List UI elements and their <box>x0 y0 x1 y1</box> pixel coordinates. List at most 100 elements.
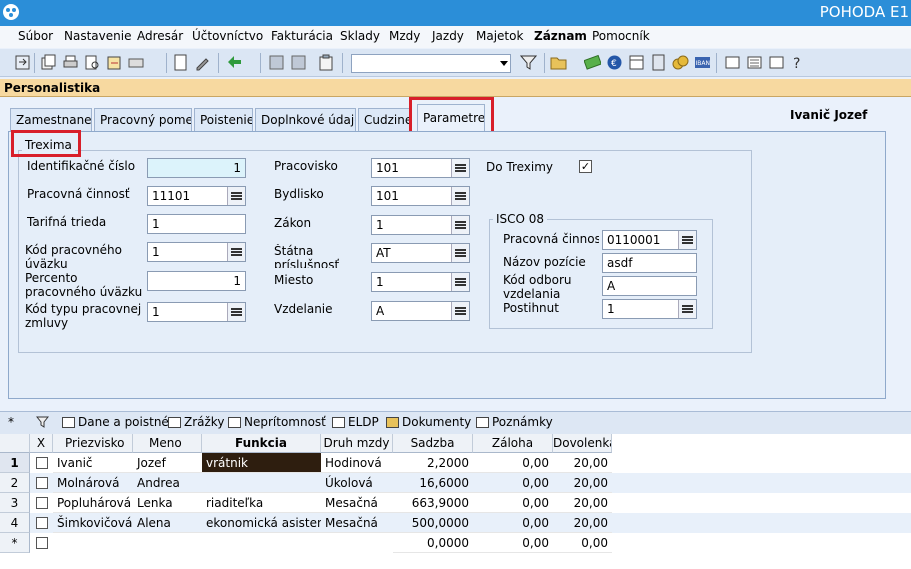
row-checkbox[interactable] <box>36 517 48 529</box>
save-icon[interactable] <box>268 54 285 71</box>
filter-icon[interactable] <box>36 416 49 429</box>
cell-advance[interactable]: 0,00 <box>473 453 553 473</box>
list-picker-icon[interactable] <box>451 187 469 205</box>
send-icon[interactable] <box>128 54 145 71</box>
new-document-icon[interactable] <box>172 54 189 71</box>
isco-work-activity-field[interactable]: 0110001 <box>602 230 697 250</box>
position-name-field[interactable]: asdf <box>602 253 697 273</box>
id-number-field[interactable]: 1 <box>147 158 246 178</box>
tab-zrazky[interactable]: Zrážky <box>166 415 224 429</box>
do-trexima-checkbox[interactable]: ✓ <box>579 160 592 173</box>
list-picker-icon[interactable] <box>451 244 469 262</box>
column-meno[interactable]: Meno <box>133 434 202 453</box>
citizenship-field[interactable]: AT <box>371 243 470 263</box>
cell-function[interactable]: riaditeľka <box>202 493 321 513</box>
cell-advance[interactable]: 0,00 <box>473 473 553 493</box>
column-zaloha[interactable]: Záloha <box>473 434 553 453</box>
tab-dane-a-poistne[interactable]: Dane a poistné <box>60 415 169 429</box>
tab-dokumenty[interactable]: Dokumenty <box>384 415 471 429</box>
cell-leave[interactable]: 20,00 <box>553 473 612 493</box>
tab-nepritomnost[interactable]: Neprítomnosť <box>226 415 326 429</box>
export-icon[interactable] <box>106 54 123 71</box>
menu-jazdy[interactable]: Jazdy <box>432 29 464 43</box>
cell-rate[interactable]: 663,9000 <box>393 493 473 513</box>
column-x[interactable]: X <box>30 434 53 453</box>
cell-function[interactable] <box>202 473 321 493</box>
cell-leave[interactable]: 20,00 <box>553 453 612 473</box>
tab-poistenie[interactable]: Poistenie <box>194 108 253 132</box>
cell-name[interactable]: Andrea <box>133 473 202 493</box>
menu-mzdy[interactable]: Mzdy <box>389 29 420 43</box>
law-field[interactable]: 1 <box>371 215 470 235</box>
cell-rate[interactable]: 2,2000 <box>393 453 473 473</box>
navigate-icon[interactable] <box>14 54 31 71</box>
calculator-icon[interactable] <box>650 54 667 71</box>
menu-sklady[interactable]: Sklady <box>340 29 380 43</box>
list-picker-icon[interactable] <box>451 302 469 320</box>
list-picker-icon[interactable] <box>451 216 469 234</box>
iban-icon[interactable]: IBAN <box>694 54 711 71</box>
tab-cudzinec[interactable]: Cudzinec <box>358 108 412 132</box>
column-priezvisko[interactable]: Priezvisko <box>53 434 133 453</box>
cell-wage-type[interactable]: Mesačná <box>321 493 393 513</box>
euro-icon[interactable]: € <box>606 54 623 71</box>
clipboard-icon[interactable] <box>318 54 335 71</box>
chevron-down-icon[interactable] <box>500 61 508 66</box>
tab-poznamky[interactable]: Poznámky <box>474 415 553 429</box>
row-checkbox[interactable] <box>36 457 48 469</box>
column-sadzba[interactable]: Sadzba <box>393 434 473 453</box>
cell-name[interactable]: Alena <box>133 513 202 533</box>
cell-wage-type[interactable]: Mesačná <box>321 513 393 533</box>
cell-name[interactable]: Jozef <box>133 453 202 473</box>
money-icon[interactable] <box>584 54 601 71</box>
residence-field[interactable]: 101 <box>371 186 470 206</box>
tab-eldp[interactable]: ELDP <box>330 415 379 429</box>
tab-pracovny-pomer[interactable]: Pracovný pomer <box>94 108 192 132</box>
place-field[interactable]: 1 <box>371 272 470 292</box>
list-picker-icon[interactable] <box>227 303 245 321</box>
row-checkbox[interactable] <box>36 537 48 549</box>
cell-surname[interactable]: Molnárová <box>53 473 133 493</box>
list-picker-icon[interactable] <box>451 273 469 291</box>
row-header[interactable]: 1 <box>0 453 30 473</box>
cell-advance[interactable]: 0,00 <box>473 493 553 513</box>
row-header[interactable]: 2 <box>0 473 30 493</box>
row-header[interactable]: 4 <box>0 513 30 533</box>
cell-leave[interactable]: 20,00 <box>553 493 612 513</box>
row-checkbox[interactable] <box>36 497 48 509</box>
print-icon[interactable] <box>62 54 79 71</box>
cell-name[interactable]: Lenka <box>133 493 202 513</box>
menu-zaznam[interactable]: Záznam <box>534 29 587 43</box>
list-picker-icon[interactable] <box>678 231 696 249</box>
cell-rate[interactable]: 0,0000 <box>393 533 473 553</box>
work-activity-field[interactable]: 11101 <box>147 186 246 206</box>
toolbar-combo[interactable] <box>351 54 511 73</box>
coins-icon[interactable] <box>672 54 689 71</box>
cell-function[interactable]: ekonomická asistent <box>202 513 321 533</box>
cell-advance[interactable]: 0,00 <box>473 513 553 533</box>
contract-type-field[interactable]: 1 <box>147 302 246 322</box>
disability-field[interactable]: 1 <box>602 299 697 319</box>
workplace-field[interactable]: 101 <box>371 158 470 178</box>
workload-code-field[interactable]: 1 <box>147 242 246 262</box>
note-icon[interactable] <box>724 54 741 71</box>
cell-surname[interactable]: Šimkovičová <box>53 513 133 533</box>
column-druh-mzdy[interactable]: Druh mzdy <box>321 434 393 453</box>
menu-majetok[interactable]: Majetok <box>476 29 523 43</box>
menu-fakturacia[interactable]: Fakturácia <box>271 29 333 43</box>
tab-zamestnanec[interactable]: Zamestnanec <box>10 108 92 132</box>
copy-record-icon[interactable] <box>40 54 57 71</box>
column-dovolenka[interactable]: Dovolenka <box>553 434 612 453</box>
menu-subor[interactable]: Súbor <box>18 29 53 43</box>
cell-leave[interactable]: 20,00 <box>553 513 612 533</box>
cell-leave[interactable]: 0,00 <box>553 533 612 553</box>
help-icon[interactable]: ? <box>790 54 807 71</box>
cell-surname[interactable]: Ivanič <box>53 453 133 473</box>
save-as-icon[interactable] <box>290 54 307 71</box>
menu-pomocnik[interactable]: Pomocník <box>592 29 650 43</box>
cell-rate[interactable]: 16,6000 <box>393 473 473 493</box>
list-picker-icon[interactable] <box>678 300 696 318</box>
filter-icon[interactable] <box>520 54 537 71</box>
cell-wage-type[interactable]: Úkolová <box>321 473 393 493</box>
form-icon[interactable] <box>768 54 785 71</box>
